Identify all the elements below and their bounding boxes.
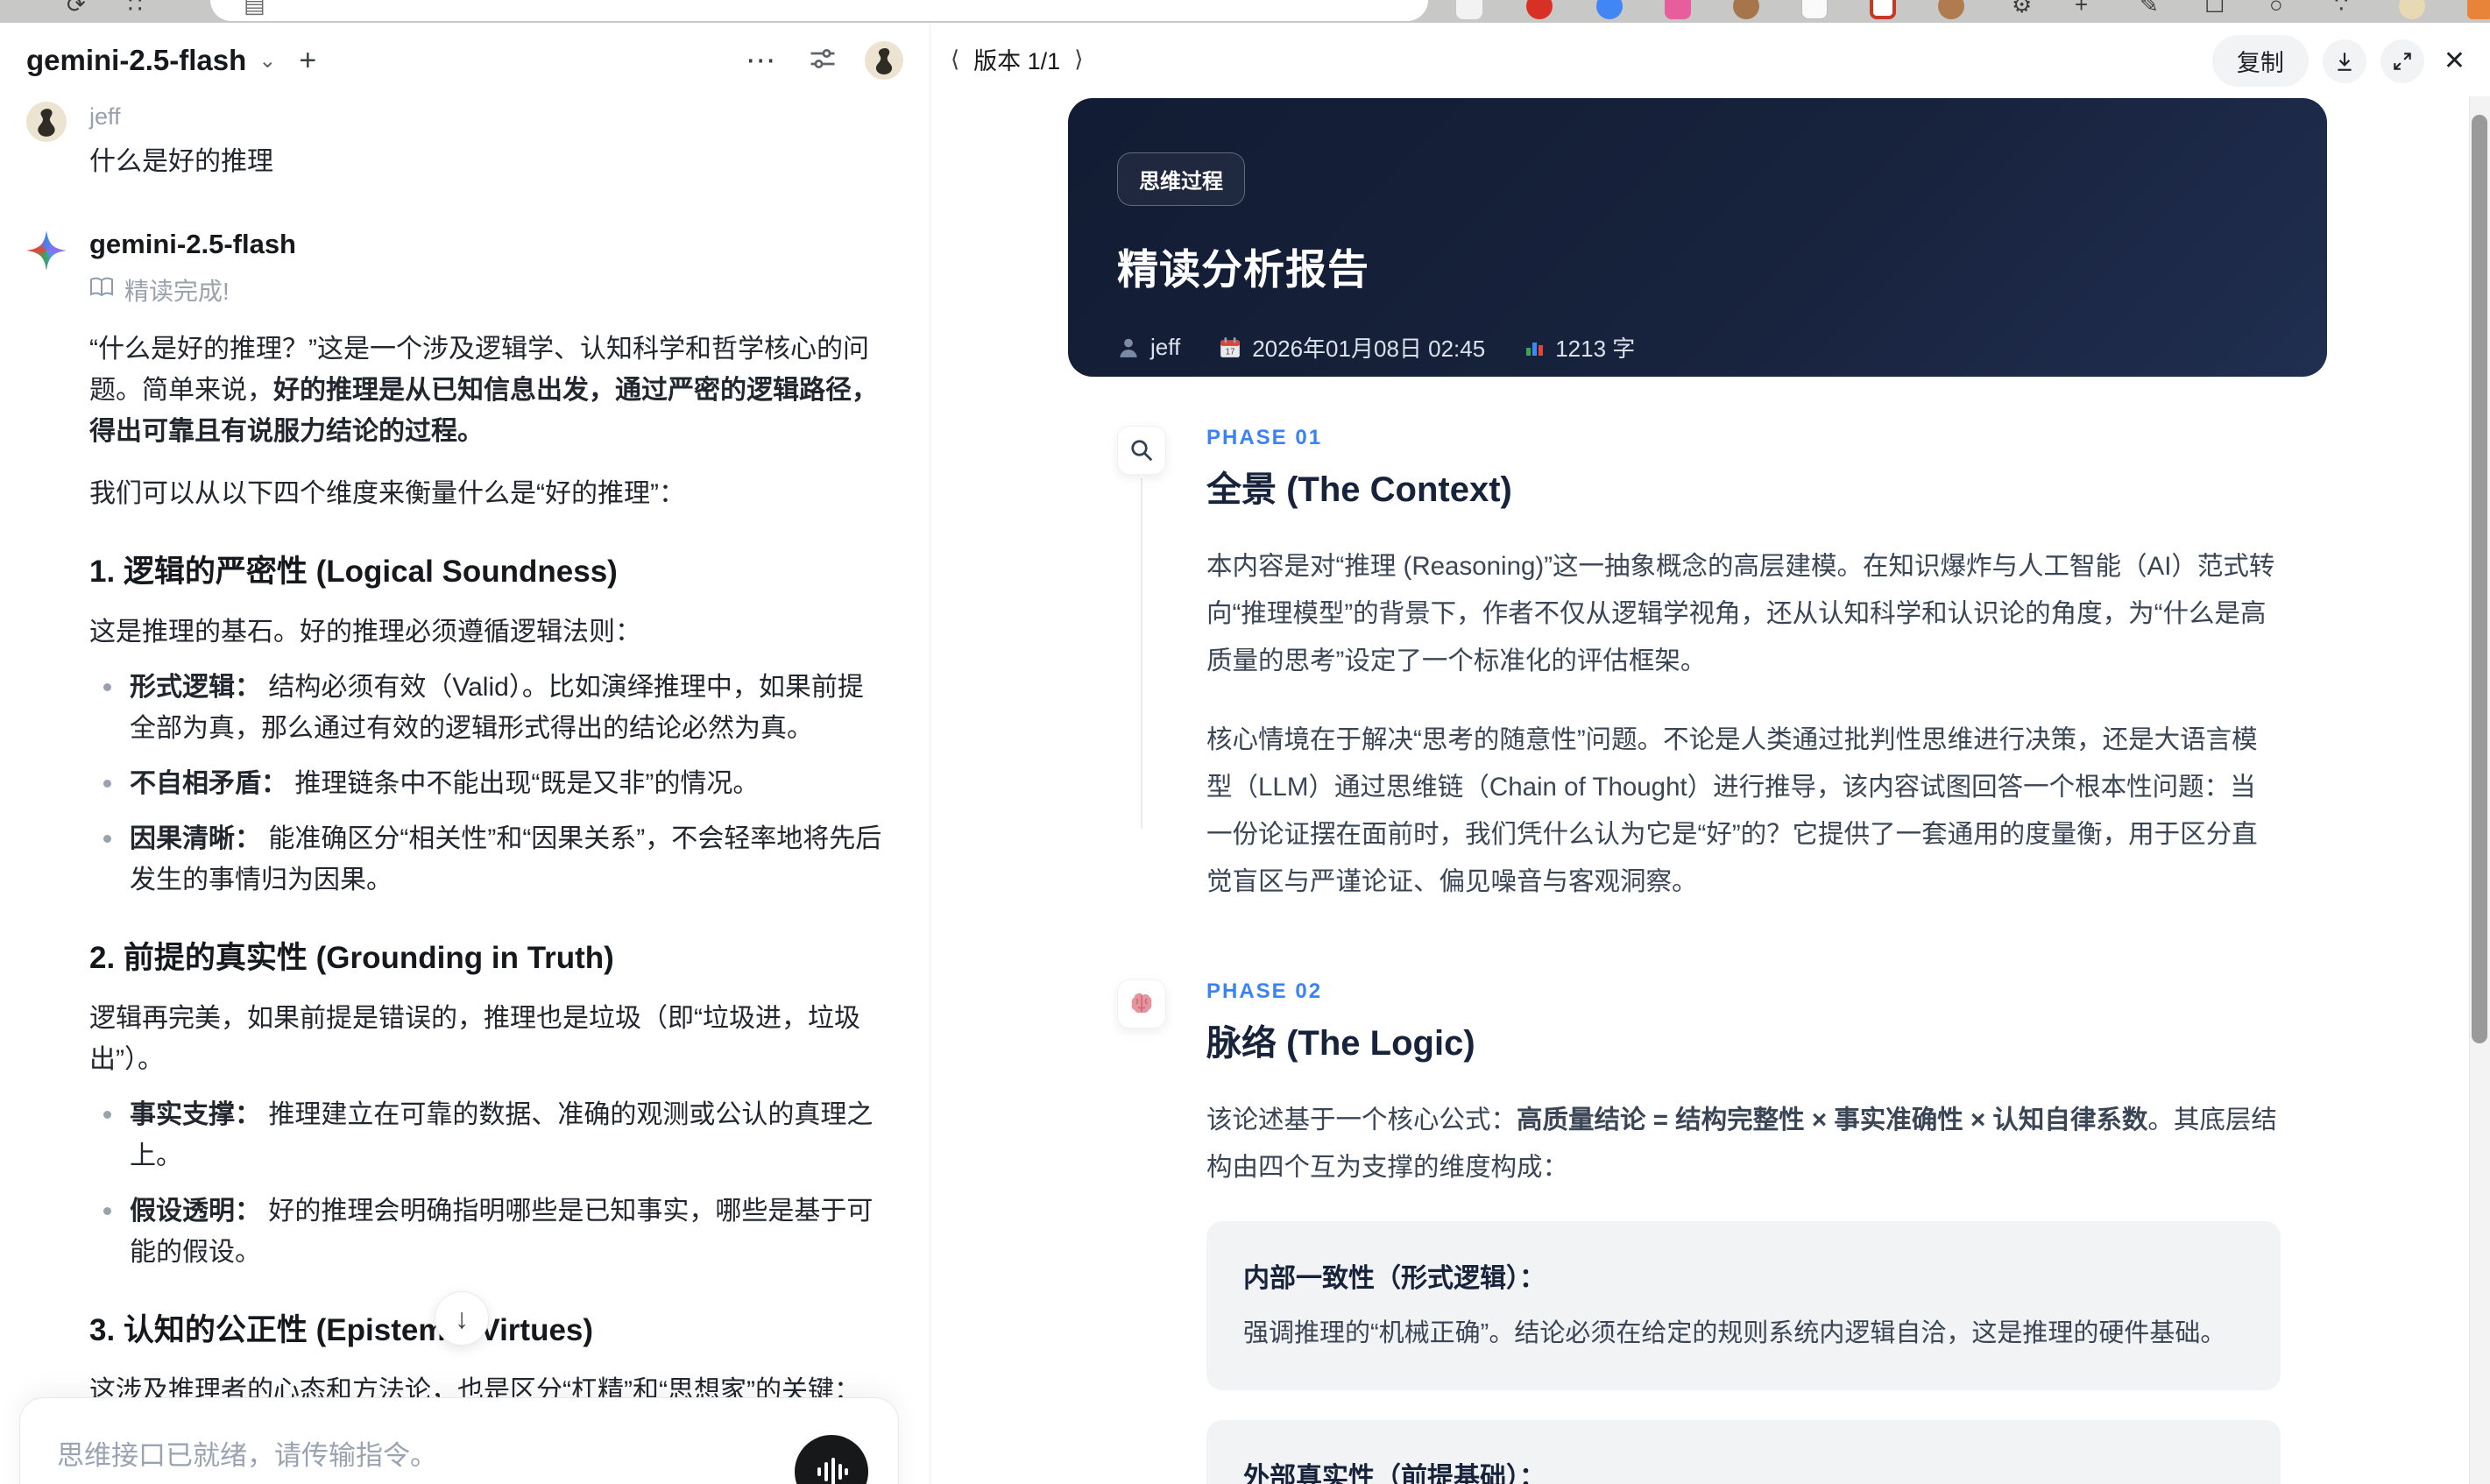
- page-icon: ▤: [244, 0, 265, 18]
- preview-topbar: ⟨ 版本 1/1 ⟩ 复制 ✕: [931, 23, 2490, 93]
- extension-icon[interactable]: [1526, 0, 1553, 19]
- section-heading: 1. 逻辑的严密性 (Logical Soundness): [89, 555, 618, 589]
- report-header: 思维过程 精读分析报告 jeff 17 2026年01月08日 02:45 12…: [1068, 98, 2327, 377]
- dimension-card: 内部一致性（形式逻辑）： 强调推理的“机械正确”。结论必须在给定的规则系统内逻辑…: [1206, 1221, 2281, 1390]
- address-bar[interactable]: [210, 0, 1428, 21]
- refresh-icon[interactable]: ⟳: [67, 0, 86, 18]
- preview-actions: 复制 ✕: [2211, 35, 2471, 87]
- magnifier-icon: [1117, 426, 1166, 475]
- report-title: 精读分析报告: [1117, 246, 1369, 293]
- composer-placeholder[interactable]: 思维接口已就绪，请传输指令。: [20, 1398, 898, 1473]
- phase-title: 全景 (The Context): [1206, 470, 1512, 509]
- user-message: jeff 什么是好的推理: [26, 102, 903, 178]
- user-avatar: [26, 102, 67, 142]
- phase-section: PHASE 02 脉络 (The Logic) 该论述基于一个核心公式：高质量结…: [1068, 979, 2327, 1484]
- profile-avatar[interactable]: [2399, 0, 2425, 19]
- extension-icon[interactable]: [1733, 0, 1759, 19]
- model-name: gemini-2.5-flash: [89, 229, 296, 259]
- bullet-list: 形式逻辑： 结构必须有效（Valid）。比如演绎推理中，如果前提全部为真，那么通…: [89, 667, 885, 901]
- extension-icon[interactable]: [1870, 0, 1896, 19]
- logic-intro: 该论述基于一个核心公式：: [1206, 1106, 1517, 1134]
- book-icon: [89, 276, 114, 304]
- scroll-to-bottom-button[interactable]: ↓: [435, 1291, 489, 1346]
- card-body: 强调推理的“机械正确”。结论必须在给定的规则系统内逻辑自洽，这是推理的硬件基础。: [1243, 1319, 2226, 1347]
- sender-name: jeff: [89, 103, 121, 130]
- preview-panel: ⟨ 版本 1/1 ⟩ 复制 ✕ 思维过程 精读分析报告 jeff 17 2026…: [931, 23, 2490, 1484]
- chat-messages[interactable]: jeff 什么是好的推理 gemini-2.5-flash 精读完成! “什么是: [0, 98, 930, 1484]
- person-icon: [1120, 338, 1137, 357]
- phase-label: PHASE 01: [1206, 426, 1323, 449]
- list-item: 事实支撑： 推理建立在可靠的数据、准确的观测或公认的真理之上。: [89, 1094, 885, 1177]
- phase-label: PHASE 02: [1206, 979, 1323, 1003]
- card-title: 外部真实性（前提基础）：: [1243, 1463, 1546, 1484]
- bar-chart-icon: [1526, 342, 1544, 356]
- message-composer[interactable]: 思维接口已就绪，请传输指令。 +: [19, 1397, 899, 1484]
- list-item: 假设透明： 好的推理会明确指明哪些是已知事实，哪些是基于可能的假设。: [89, 1191, 885, 1273]
- scrollbar-thumb[interactable]: [2472, 115, 2487, 1043]
- phase-paragraph: 核心情境在于解决“思考的随意性”问题。不论是人类通过批判性思维进行决策，还是大语…: [1206, 725, 2258, 896]
- date-meta: 17 2026年01月08日 02:45: [1219, 331, 1485, 364]
- new-chat-button[interactable]: +: [299, 44, 316, 78]
- extension-icon[interactable]: ○: [2269, 0, 2283, 18]
- dimension-card: 外部真实性（前提基础）： 强调推理的“经验校准”。解决“GIGO（垃圾进，垃圾出…: [1206, 1420, 2281, 1484]
- extension-icon[interactable]: ✎: [2140, 0, 2159, 18]
- conversation-title[interactable]: gemini-2.5-flash: [26, 44, 246, 77]
- more-options-button[interactable]: ⋯: [746, 43, 777, 78]
- message-text: 什么是好的推理: [89, 147, 273, 176]
- svg-text:17: 17: [1226, 347, 1235, 357]
- chevron-down-icon[interactable]: ⌄: [258, 48, 276, 74]
- intro2-text: 我们可以从以下四个维度来衡量什么是“好的推理”：: [89, 479, 685, 508]
- copy-button[interactable]: 复制: [2211, 35, 2309, 87]
- phase-title: 脉络 (The Logic): [1206, 1024, 1475, 1063]
- phase-paragraph: 本内容是对“推理 (Reasoning)”这一抽象概念的高层建模。在知识爆炸与人…: [1206, 552, 2275, 675]
- settings-sliders-icon[interactable]: [807, 43, 838, 79]
- extension-icon[interactable]: [1801, 0, 1828, 19]
- chat-header: gemini-2.5-flash ⌄ + ⋯: [0, 23, 930, 98]
- app-window: gemini-2.5-flash ⌄ + ⋯ jeff 什么是好的推理 gemi…: [0, 23, 2490, 1484]
- list-item: 形式逻辑： 结构必须有效（Valid）。比如演绎推理中，如果前提全部为真，那么通…: [89, 667, 885, 749]
- logic-formula: 高质量结论 = 结构完整性 × 事实准确性 × 认知自律系数: [1517, 1106, 2148, 1134]
- close-icon[interactable]: ✕: [2438, 46, 2471, 76]
- section-lead: 这是推理的基石。好的推理必须遵循逻辑法则：: [89, 618, 641, 647]
- status-row: 精读完成!: [89, 272, 885, 307]
- prev-version-button[interactable]: ⟨: [951, 46, 959, 73]
- word-count-meta: 1213 字: [1524, 331, 1635, 364]
- report-meta: jeff 17 2026年01月08日 02:45 1213 字: [1117, 331, 2278, 364]
- section-lead: 逻辑再完美，如果前提是错误的，推理也是垃圾（即“垃圾进，垃圾出”）。: [89, 1004, 860, 1074]
- apps-grid-icon[interactable]: ∷: [128, 0, 143, 18]
- status-text: 精读完成!: [124, 278, 230, 305]
- extension-icon[interactable]: [1596, 0, 1623, 19]
- chat-panel: gemini-2.5-flash ⌄ + ⋯ jeff 什么是好的推理 gemi…: [0, 23, 930, 1484]
- expand-button[interactable]: [2380, 39, 2424, 83]
- calendar-icon: 17: [1220, 336, 1241, 357]
- extension-icon[interactable]: ☐: [2204, 0, 2225, 18]
- phase-section: PHASE 01 全景 (The Context) 本内容是对“推理 (Reas…: [1068, 426, 2327, 906]
- extension-icon[interactable]: [2467, 0, 2490, 19]
- list-item: 因果清晰： 能准确区分“相关性”和“因果关系”，不会轻率地将先后发生的事情归为因…: [89, 818, 885, 901]
- binoculars-icon[interactable]: ∵: [2334, 0, 2349, 18]
- extension-icon[interactable]: ⚙: [2012, 0, 2032, 18]
- analysis-report: 思维过程 精读分析报告 jeff 17 2026年01月08日 02:45 12…: [1068, 98, 2327, 1484]
- user-avatar[interactable]: [865, 41, 903, 80]
- section-heading: 2. 前提的真实性 (Grounding in Truth): [89, 941, 614, 975]
- extension-icon[interactable]: [1665, 0, 1691, 19]
- version-label: 版本 1/1: [973, 48, 1061, 74]
- version-navigator: ⟨ 版本 1/1 ⟩: [951, 42, 1083, 76]
- extension-icon[interactable]: +: [2075, 0, 2088, 18]
- next-version-button[interactable]: ⟩: [1074, 46, 1083, 73]
- author-meta: jeff: [1117, 334, 1180, 361]
- browser-toolbar: ⟳ ∷ ▤ ⚙ + ✎ ☐ ○ ∵: [0, 0, 2490, 23]
- extension-icon[interactable]: [1938, 0, 1964, 19]
- card-title: 内部一致性（形式逻辑）：: [1243, 1264, 1546, 1293]
- gemini-logo-icon: [26, 230, 67, 271]
- list-item: 不自相矛盾： 推理链条中不能出现“既是又非”的情况。: [89, 763, 885, 804]
- report-badge: 思维过程: [1117, 152, 1245, 206]
- download-button[interactable]: [2322, 39, 2366, 83]
- bullet-list: 事实支撑： 推理建立在可靠的数据、准确的观测或公认的真理之上。 假设透明： 好的…: [89, 1094, 885, 1273]
- brain-icon: [1117, 979, 1166, 1028]
- extension-icon[interactable]: [1456, 0, 1482, 19]
